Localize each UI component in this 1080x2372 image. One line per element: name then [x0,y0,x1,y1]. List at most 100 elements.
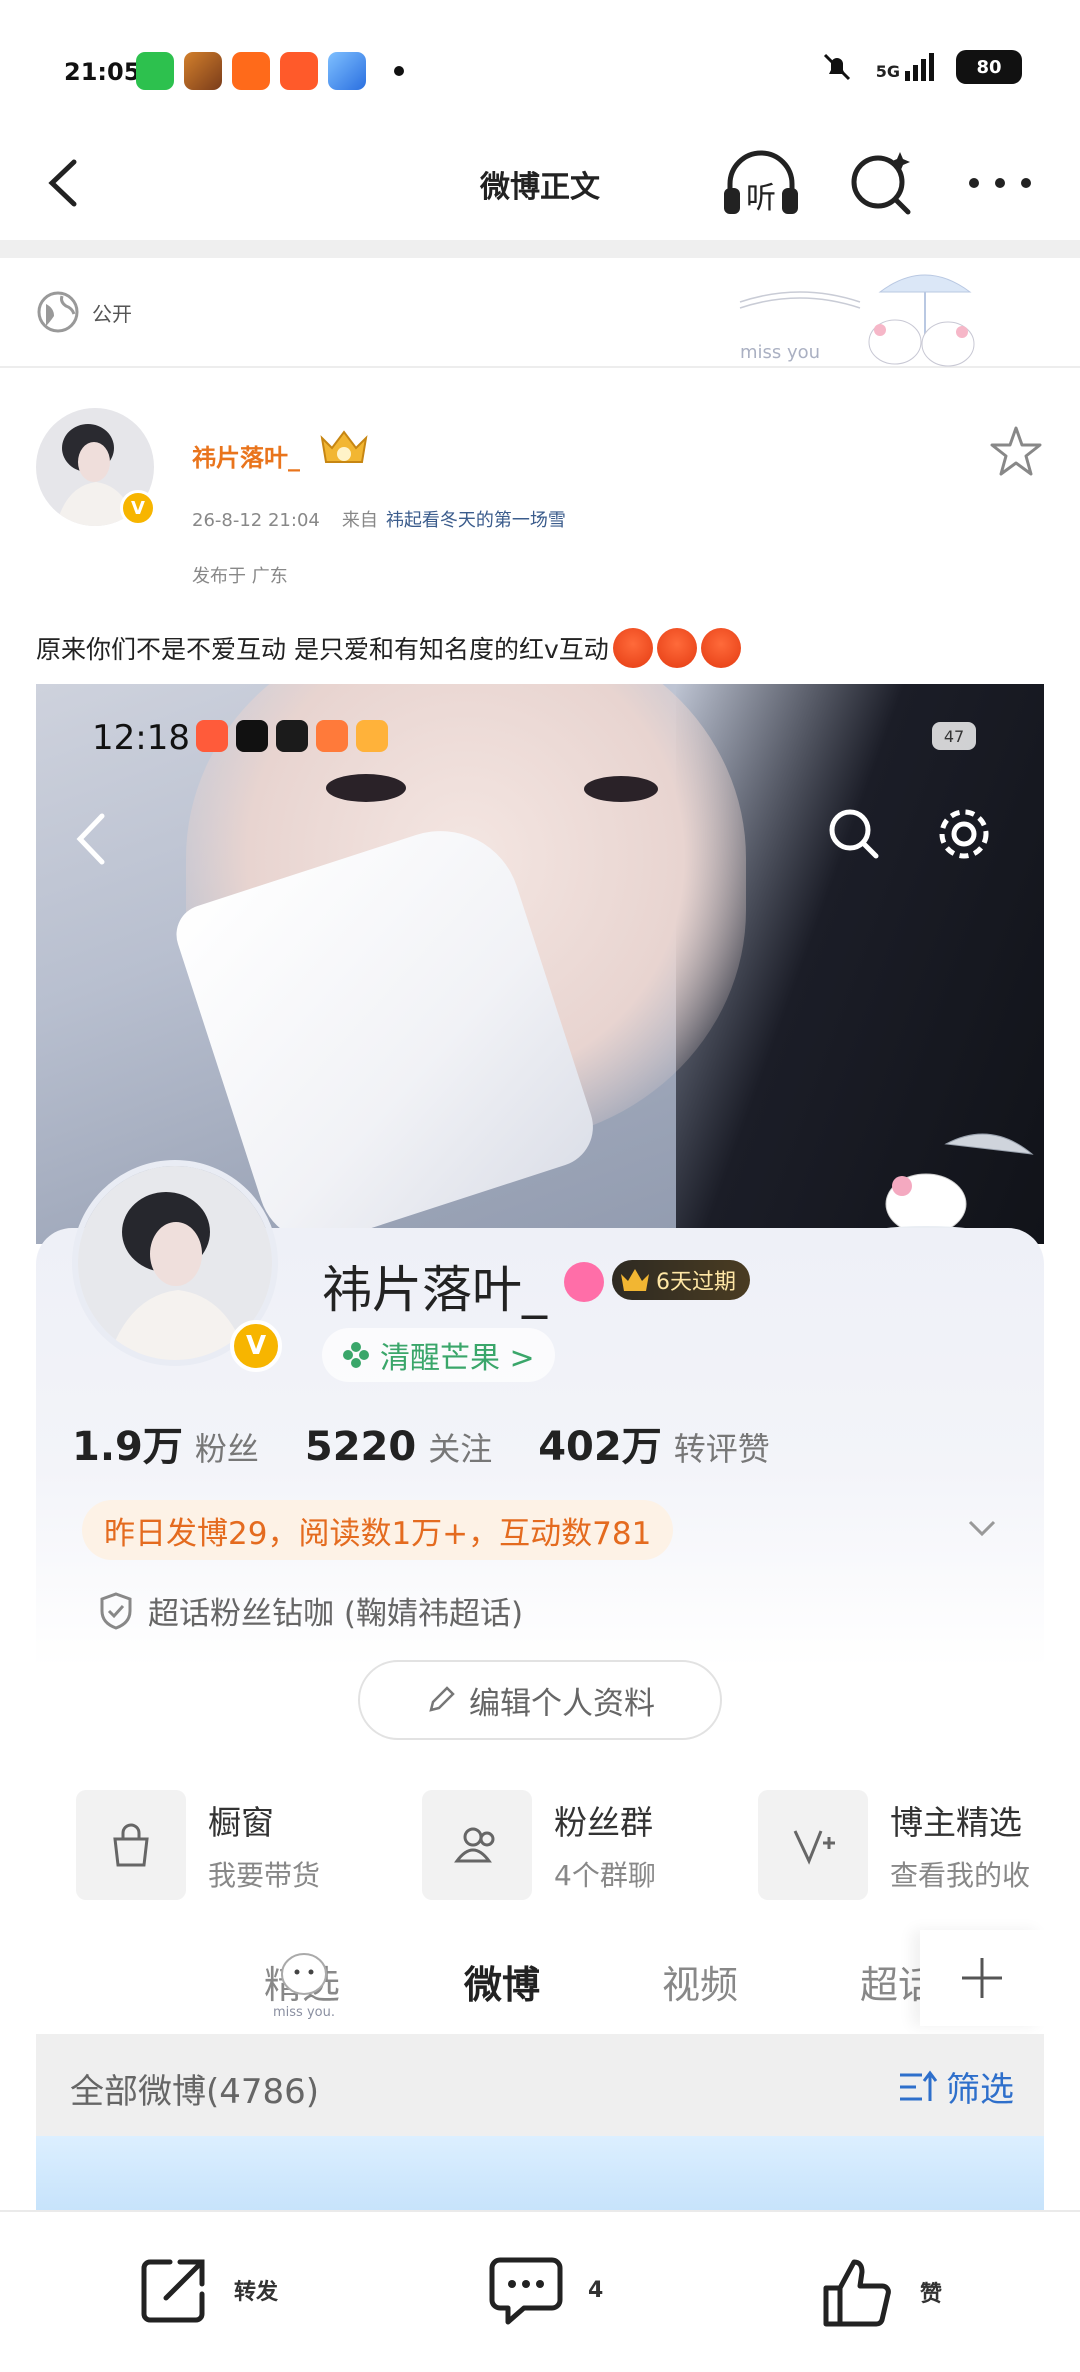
embedded-search-icon [829,809,879,859]
status-time: 21:05 [64,58,141,86]
edit-profile-label: 编辑个人资料 [469,1685,655,1722]
shortcut-fan-group: 粉丝群 4个群聊 [422,1790,656,1900]
activity-summary: 昨日发博29，阅读数1万+，互动数781 [82,1500,674,1560]
filter-icon [900,2070,938,2101]
shortcut-subtitle: 4个群聊 [554,1859,656,1892]
post-text: 原来你们不是不爱互动 是只爱和有知名度的红v互动 [36,635,609,664]
profile-tabs: 精选 miss you. 微博 视频 超话 [36,1914,1044,2026]
pink-badge-icon [564,1262,604,1302]
stat-value: 5220 [304,1424,417,1470]
super-topic-text: 超话粉丝钻咖 (鞠婧祎超话) [148,1596,524,1632]
edit-profile-button: 编辑个人资料 [358,1660,722,1740]
shortcut-subtitle: 我要带货 [208,1859,321,1892]
member-level-badge: 6天过期 [612,1260,750,1300]
stat-label: 转评赞 [673,1430,770,1468]
kitty-umbrella-sticker: miss you [739,274,975,367]
kitty-sticker [866,1133,1034,1242]
author-name[interactable]: 祎片落叶_ [192,438,300,473]
repost-button[interactable]: 转发 [136,2252,278,2328]
all-posts-count: 全部微博(4786) [70,2072,320,2112]
stat-label: 关注 [428,1430,493,1468]
post-meta: 26-8-12 21:04 来自 祎起看冬天的第一场雪 [192,506,566,532]
embedded-settings-icon [939,809,989,859]
featured-v-icon [758,1790,868,1900]
post-source[interactable]: 祎起看冬天的第一场雪 [386,510,566,531]
favorite-star-icon[interactable] [988,424,1044,480]
share-icon [141,2259,205,2323]
post-location: 发布于 广东 [192,566,288,587]
super-topic-badge: 超话粉丝钻咖 (鞠婧祎超话) [98,1588,523,1633]
app-icon [196,720,228,752]
add-tab-button [920,1930,1044,2026]
pencil-icon [429,1686,455,1712]
profile-tag: 清醒芒果 > [322,1328,555,1382]
crown-badge-icon[interactable] [316,424,372,468]
post-image[interactable]: 12:18 47 V 祎片落叶_ 6天过期 清醒芒果 > 1.9万 粉丝 522… [36,684,1044,2210]
svg-text:听: 听 [746,181,776,216]
shortcut-title: 博主精选 [890,1803,1022,1842]
angry-emoji-icon [656,628,697,668]
level-badge-text: 6天过期 [656,1270,736,1295]
comment-count: 4 [588,2277,604,2303]
tab-weibo: 微博 [464,1963,541,2007]
post-time: 26-8-12 21:04 [192,510,320,531]
listen-icon[interactable]: 听 [716,142,806,222]
post-preview-strip [36,2136,1044,2210]
svg-text:miss you.: miss you. [273,2005,335,2020]
repost-label: 转发 [234,2280,279,2305]
status-app-icons [136,52,404,90]
search-icon[interactable] [842,142,922,222]
more-notifications-dot [394,66,404,76]
action-bar: 转发 4 赞 [0,2210,1080,2372]
status-bar: 21:05 5G 80 [0,0,1080,130]
app-icon [356,720,388,752]
embedded-time: 12:18 [92,718,190,758]
profile-name: 祎片落叶_ [322,1261,547,1319]
plus-icon [962,1958,1002,1998]
like-button[interactable]: 赞 [818,2252,942,2332]
profile-verified-badge: V [230,1320,282,1372]
shortcut-title: 橱窗 [208,1803,274,1842]
stat-label: 粉丝 [194,1430,259,1468]
stat-value: 1.9万 [72,1424,183,1470]
more-icon[interactable] [960,148,1040,218]
tab-video: 视频 [662,1963,739,2007]
wechat-icon [136,52,174,90]
visibility-row: 公开 miss you [0,258,1080,368]
filter-label: 筛选 [946,2070,1014,2110]
network-type: 5G [875,62,900,81]
signal-icon: 5G [876,53,934,81]
mute-bell-icon [823,53,850,81]
cover-eye [326,774,406,802]
angry-emoji-icon [700,628,741,668]
stat-followers: 1.9万 粉丝 [72,1414,259,1472]
mascot-icon: miss you. [273,1953,335,2020]
angry-emoji-icon [612,628,653,668]
post-body: 原来你们不是不爱互动 是只爱和有知名度的红v互动 [36,628,741,668]
app-icon [236,720,268,752]
divider [0,240,1080,258]
app-orange-icon [232,52,270,90]
app-orange2-icon [280,52,318,90]
globe-icon [37,291,79,333]
filter-bar: 全部微博(4786) 筛选 [36,2034,1044,2136]
app-icon [276,720,308,752]
source-prefix: 来自 [341,510,378,531]
stat-following: 5220 关注 [305,1424,492,1470]
profile-stats: 1.9万 粉丝 5220 关注 402万 转评赞 [72,1414,770,1472]
nav-bar: 微博正文 听 [0,130,1080,240]
chevron-down-icon [968,1520,996,1537]
thumbs-up-icon [823,2259,891,2327]
battery-icon: 80 [956,50,1022,84]
group-icon [422,1790,532,1900]
stat-value: 402万 [538,1424,662,1470]
comment-icon [489,2257,563,2325]
status-right: 5G 80 [820,50,1022,84]
shortcut-showcase: 橱窗 我要带货 [76,1790,320,1900]
embedded-battery: 47 [932,722,976,750]
embedded-back-icon [76,813,105,865]
shortcut-subtitle: 查看我的收 [890,1859,1031,1892]
profile-tag-text: 清醒芒果 > [380,1341,535,1376]
crown-icon [621,1269,649,1291]
comment-button[interactable]: 4 [486,2252,603,2328]
